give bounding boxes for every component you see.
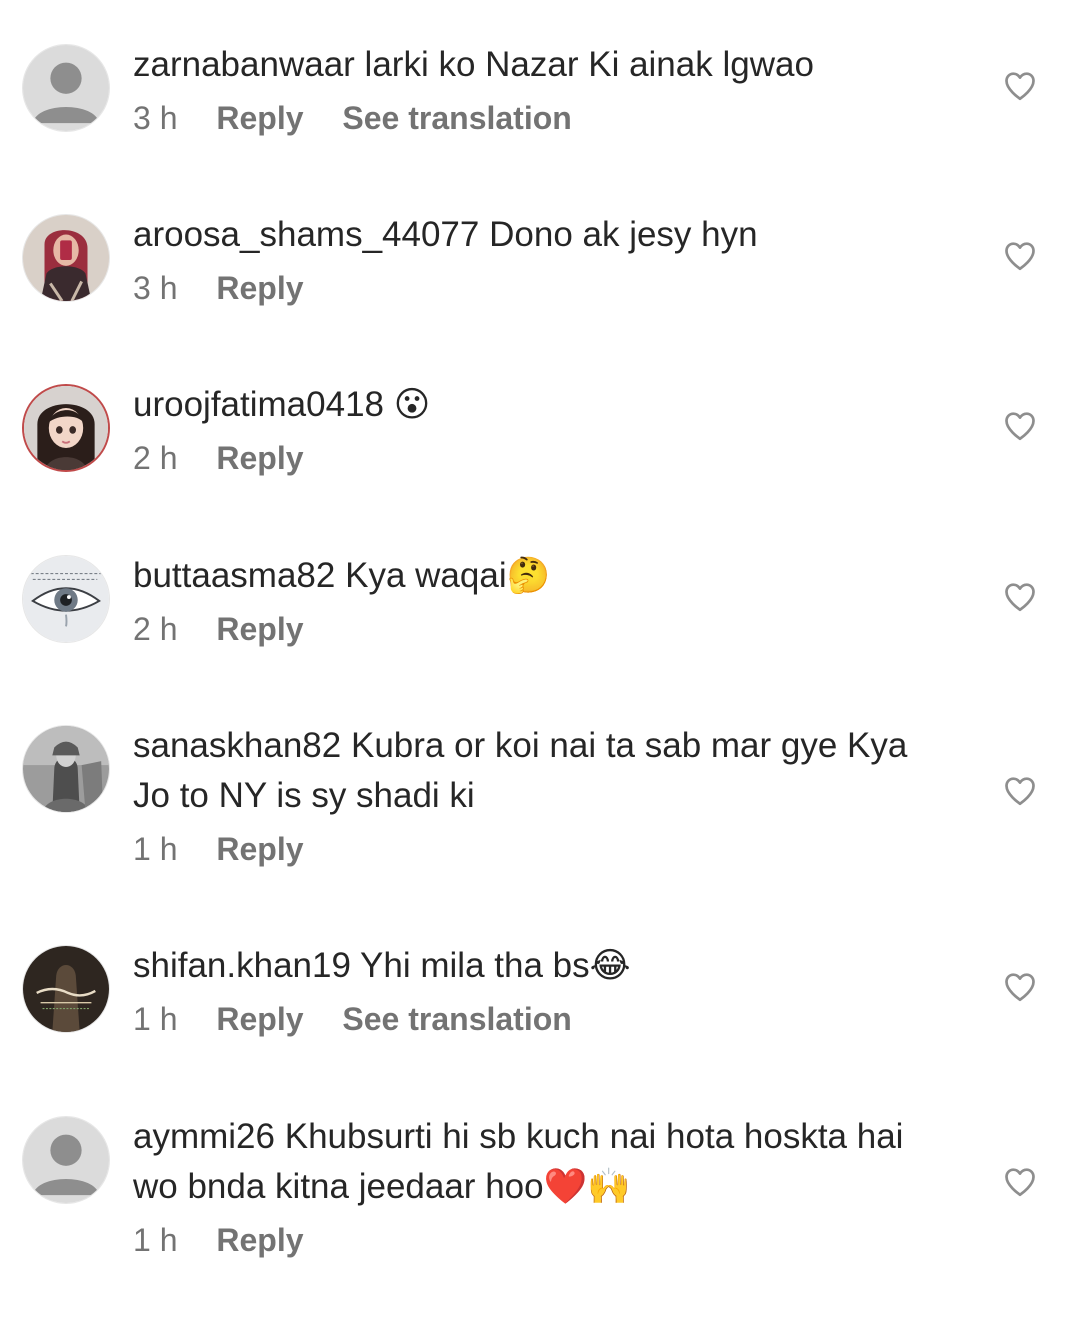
comment-content: Kya waqai🤔 <box>345 556 551 595</box>
comment-username[interactable]: buttaasma82 <box>133 556 335 595</box>
see-translation-button[interactable]: See translation <box>342 997 571 1041</box>
comment-content: larki ko Nazar Ki ainak lgwao <box>364 45 814 84</box>
comment-username[interactable]: zarnabanwaar <box>133 45 355 84</box>
grayscale-photo-avatar-icon <box>23 726 109 812</box>
like-button[interactable] <box>1002 969 1038 1005</box>
comment-time: 2 h <box>133 611 178 647</box>
reply-button[interactable]: Reply <box>216 96 303 140</box>
comment-meta: 3 h Reply See translation <box>133 96 933 140</box>
comment-body: zarnabanwaar larki ko Nazar Ki ainak lgw… <box>133 44 933 140</box>
comment-time: 3 h <box>133 270 178 306</box>
comment-username[interactable]: shifan.khan19 <box>133 946 351 985</box>
comment-body: buttaasma82 Kya waqai🤔 2 h Reply <box>133 555 933 651</box>
comment-meta: 1 h Reply <box>133 827 933 871</box>
comment-text: shifan.khan19 Yhi mila tha bs😂 <box>133 941 933 991</box>
comment-username[interactable]: uroojfatima0418 <box>133 385 384 424</box>
comment-content: Yhi mila tha bs😂 <box>360 946 631 985</box>
like-button[interactable] <box>1002 238 1038 274</box>
comment-body: shifan.khan19 Yhi mila tha bs😂 1 h Reply… <box>133 945 933 1041</box>
avatar[interactable] <box>22 384 110 472</box>
avatar[interactable] <box>22 44 110 132</box>
comment-meta: 2 h Reply <box>133 436 933 480</box>
heart-icon <box>1005 1168 1035 1197</box>
comment-body: uroojfatima0418 😮 2 h Reply <box>133 384 933 480</box>
comment-body: sanaskhan82 Kubra or koi nai ta sab mar … <box>133 725 933 871</box>
comment-time: 1 h <box>133 1222 178 1258</box>
comment-body: aymmi26 Khubsurti hi sb kuch nai hota ho… <box>133 1116 933 1262</box>
comment-body: aroosa_shams_44077 Dono ak jesy hyn 3 h … <box>133 214 933 310</box>
like-button[interactable] <box>1002 579 1038 615</box>
reply-button[interactable]: Reply <box>216 607 303 651</box>
heart-icon <box>1005 242 1035 271</box>
avatar[interactable] <box>22 555 110 643</box>
photo-avatar-icon <box>23 215 109 301</box>
avatar[interactable] <box>22 214 110 302</box>
comment-meta: 1 h Reply <box>133 1218 933 1262</box>
comment-text: buttaasma82 Kya waqai🤔 <box>133 551 933 601</box>
reply-button[interactable]: Reply <box>216 827 303 871</box>
comment-username[interactable]: aymmi26 <box>133 1117 275 1156</box>
avatar[interactable] <box>22 1116 110 1204</box>
comments-list: zarnabanwaar larki ko Nazar Ki ainak lgw… <box>0 0 1080 1326</box>
comment-time: 1 h <box>133 831 178 867</box>
reply-button[interactable]: Reply <box>216 436 303 480</box>
avatar[interactable] <box>22 725 110 813</box>
comment-time: 3 h <box>133 100 178 136</box>
default-avatar-icon <box>23 1117 109 1203</box>
eye-sketch-avatar-icon <box>23 556 109 642</box>
comment-meta: 2 h Reply <box>133 607 933 651</box>
comment-content: Dono ak jesy hyn <box>489 215 758 254</box>
comment-text: sanaskhan82 Kubra or koi nai ta sab mar … <box>133 721 933 821</box>
comment-username[interactable]: sanaskhan82 <box>133 726 341 765</box>
comment-meta: 3 h Reply <box>133 266 933 310</box>
like-button[interactable] <box>1002 773 1038 809</box>
like-button[interactable] <box>1002 68 1038 104</box>
like-button[interactable] <box>1002 1164 1038 1200</box>
comment-meta: 1 h Reply See translation <box>133 997 933 1041</box>
see-translation-button[interactable]: See translation <box>342 96 571 140</box>
illustrated-girl-avatar-icon <box>24 386 108 470</box>
heart-icon <box>1005 777 1035 806</box>
like-button[interactable] <box>1002 408 1038 444</box>
comment-text: uroojfatima0418 😮 <box>133 380 933 430</box>
default-avatar-icon <box>23 45 109 131</box>
heart-icon <box>1005 72 1035 101</box>
comment-text: aroosa_shams_44077 Dono ak jesy hyn <box>133 210 933 260</box>
heart-icon <box>1005 583 1035 612</box>
comment-time: 1 h <box>133 1001 178 1037</box>
calligraphy-avatar-icon <box>23 946 109 1032</box>
reply-button[interactable]: Reply <box>216 997 303 1041</box>
comment-content: 😮 <box>393 385 431 425</box>
reply-button[interactable]: Reply <box>216 1218 303 1262</box>
comment-text: zarnabanwaar larki ko Nazar Ki ainak lgw… <box>133 40 933 90</box>
comment-text: aymmi26 Khubsurti hi sb kuch nai hota ho… <box>133 1112 933 1212</box>
reply-button[interactable]: Reply <box>216 266 303 310</box>
comment-username[interactable]: aroosa_shams_44077 <box>133 215 479 254</box>
avatar[interactable] <box>22 945 110 1033</box>
heart-icon <box>1005 412 1035 441</box>
comment-time: 2 h <box>133 440 178 476</box>
heart-icon <box>1005 973 1035 1002</box>
